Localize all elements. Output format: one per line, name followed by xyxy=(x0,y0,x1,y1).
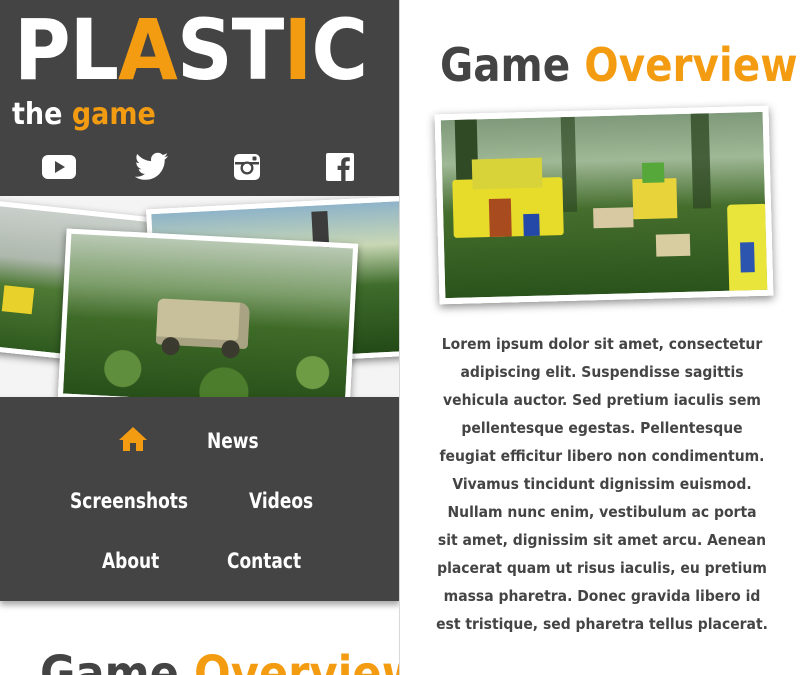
nav-item-screenshots[interactable]: Screenshots xyxy=(70,487,188,515)
twitter-icon xyxy=(134,152,168,180)
logo-text: PL xyxy=(14,1,119,99)
main-nav: News Screenshots Videos About Contact xyxy=(0,397,400,601)
logo-accent-text: I xyxy=(283,1,312,99)
logo-text: ST xyxy=(176,1,284,99)
tagline-text: the xyxy=(12,97,72,132)
mobile-preview-pane: PLASTIC the game News Screenshots Videos… xyxy=(0,0,400,675)
toy-block-image xyxy=(632,178,678,220)
toy-block-image xyxy=(641,162,665,183)
instagram-link[interactable] xyxy=(229,150,265,184)
screenshot-photo[interactable] xyxy=(57,228,359,400)
toy-block-image xyxy=(740,242,755,273)
section-title: Game Overview xyxy=(40,648,400,675)
tree-image xyxy=(690,113,712,209)
overview-screenshot[interactable] xyxy=(434,105,774,305)
facebook-link[interactable] xyxy=(322,150,358,184)
social-links xyxy=(0,150,400,184)
site-tagline: the game xyxy=(12,95,156,135)
overview-title-accent: Overview xyxy=(584,38,798,92)
logo-accent-text: A xyxy=(118,1,178,99)
toy-block-image xyxy=(1,285,35,315)
site-header: PLASTIC the game xyxy=(0,0,400,200)
toy-block-image xyxy=(593,207,634,229)
tagline-accent-text: game xyxy=(71,97,156,132)
nav-home[interactable] xyxy=(118,425,148,453)
tree-image xyxy=(560,116,578,213)
overview-title: Game Overview xyxy=(440,38,798,92)
youtube-link[interactable] xyxy=(41,150,77,184)
logo-text: C xyxy=(311,1,368,99)
section-title-accent: Overview xyxy=(193,646,400,675)
section-title-text: Game xyxy=(40,646,194,675)
nav-item-about[interactable]: About xyxy=(102,547,159,575)
twitter-link[interactable] xyxy=(134,150,170,184)
screenshot-collage xyxy=(0,196,400,400)
youtube-icon xyxy=(42,155,76,179)
toy-block-image xyxy=(471,157,543,190)
site-logo[interactable]: PLASTIC xyxy=(14,6,368,94)
overview-description: Lorem ipsum dolor sit amet, consectetur … xyxy=(436,335,768,633)
home-icon xyxy=(119,427,147,451)
toy-block-image xyxy=(655,233,691,257)
nav-item-videos[interactable]: Videos xyxy=(249,487,313,515)
foliage-image xyxy=(62,341,358,400)
nav-item-news[interactable]: News xyxy=(207,427,259,455)
facebook-icon xyxy=(326,153,354,181)
toy-block-image xyxy=(523,213,540,237)
nav-item-contact[interactable]: Contact xyxy=(227,547,301,575)
overview-title-text: Game xyxy=(440,38,585,92)
toy-block-image xyxy=(488,198,512,238)
overview-pane: Game Overview Lorem ipsum dolor sit amet… xyxy=(400,0,800,675)
instagram-icon xyxy=(234,154,260,180)
